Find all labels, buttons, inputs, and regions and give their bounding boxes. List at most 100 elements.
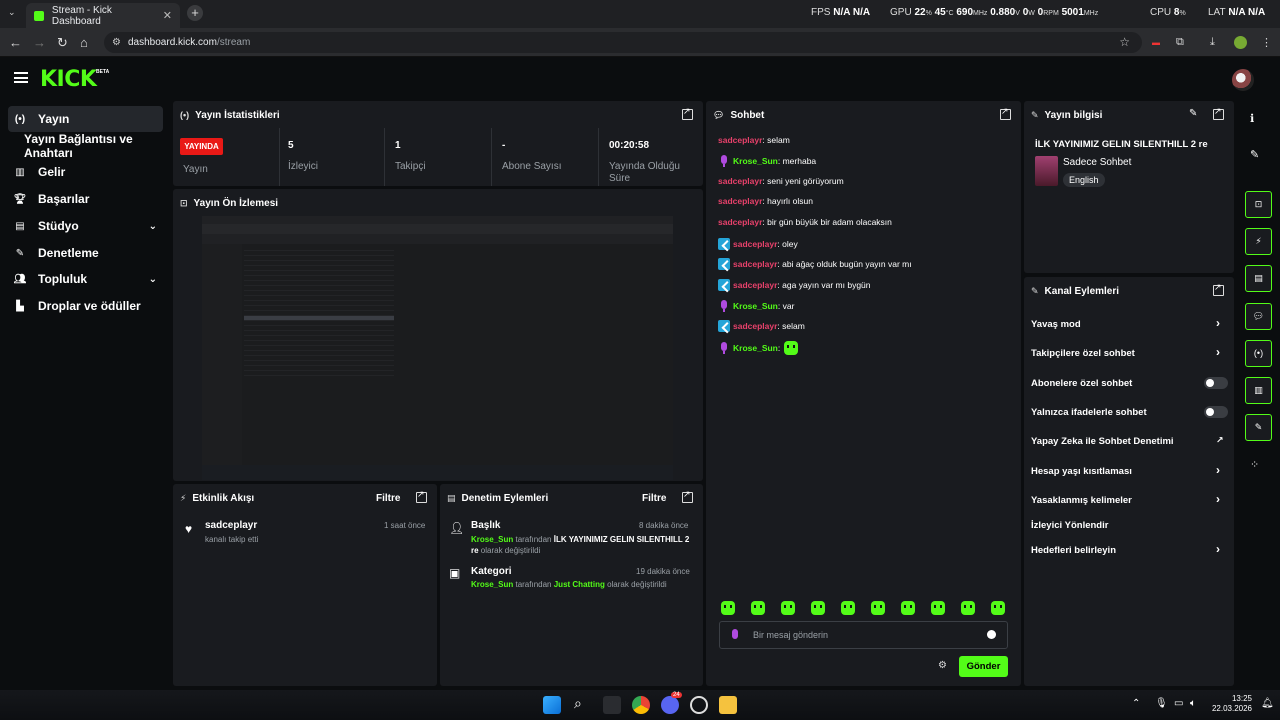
channel-action-item[interactable]: Abonelere özel sohbet [1031, 378, 1132, 389]
chat-message[interactable]: sadceplayr: seni yeni görüyorum [718, 176, 844, 186]
rail-info-button[interactable]: ▥ [1245, 377, 1272, 404]
sidebar-item-stream-key[interactable]: Yayın Bağlantısı ve Anahtarı [8, 132, 170, 160]
network-icon[interactable]: ▭ [1174, 698, 1183, 709]
sidebar-item-community[interactable]: 👥︎ Topluluk ⌄ [8, 266, 163, 292]
chat-username[interactable]: Krose_Sun [733, 343, 778, 353]
chat-username[interactable]: sadceplayr [718, 196, 762, 206]
add-widget-icon[interactable]: ⁘ [1250, 458, 1259, 471]
chat-message[interactable]: sadceplayr: abi ağaç olduk bugün yayın v… [718, 258, 912, 270]
chevron-right-icon[interactable]: › [1216, 345, 1220, 359]
channel-action-item[interactable]: Yapay Zeka ile Sohbet Denetimi [1031, 436, 1174, 447]
emote-icon[interactable] [781, 601, 795, 615]
sidebar-item-moderation[interactable]: ✎ Denetleme [8, 240, 163, 266]
chat-message[interactable]: Krose_Sun: merhaba [718, 155, 816, 167]
info-icon[interactable]: ℹ [1250, 112, 1254, 125]
sidebar-item-studio[interactable]: ▤ Stüdyo ⌄ [8, 213, 163, 239]
emote-icon[interactable] [721, 601, 735, 615]
sidebar-item-revenue[interactable]: ▥ Gelir [8, 159, 163, 185]
chat-message[interactable]: sadceplayr: bir gün büyük bir adam olaca… [718, 217, 892, 227]
mod-actions-filter-button[interactable]: Filtre [642, 493, 666, 504]
chat-message[interactable]: Krose_Sun: [718, 341, 799, 355]
channel-action-item[interactable]: Takipçilere özel sohbet [1031, 348, 1135, 359]
microphone-tray-icon[interactable]: 🎙︎ [1155, 698, 1168, 709]
chrome-icon[interactable] [632, 696, 650, 714]
file-explorer-icon[interactable] [719, 696, 737, 714]
taskview-icon[interactable] [603, 696, 621, 714]
chat-username[interactable]: sadceplayr [733, 280, 777, 290]
channel-action-item[interactable]: Yalnızca ifadelerle sohbet [1031, 407, 1147, 418]
chevron-right-icon[interactable]: › [1216, 492, 1220, 506]
downloads-icon[interactable]: ⤓ [1210, 36, 1215, 49]
tray-chevron-icon[interactable]: ⌃ [1132, 698, 1140, 709]
emote-icon[interactable] [841, 601, 855, 615]
channel-action-item[interactable]: Yavaş mod [1031, 319, 1081, 330]
stream-preview-video[interactable] [202, 216, 673, 480]
chat-message[interactable]: sadceplayr: oley [718, 238, 798, 250]
search-icon[interactable]: ⌕ [574, 695, 582, 712]
popout-icon[interactable] [416, 489, 427, 503]
windows-start-icon[interactable] [543, 696, 561, 714]
site-info-icon[interactable]: ⚙ [112, 32, 121, 53]
chat-username[interactable]: Krose_Sun [733, 301, 778, 311]
chat-username[interactable]: sadceplayr [733, 239, 777, 249]
close-tab-icon[interactable]: ✕ [163, 9, 172, 22]
activity-filter-button[interactable]: Filtre [376, 493, 400, 504]
popout-icon[interactable] [682, 489, 693, 503]
forward-icon[interactable]: → [33, 35, 46, 50]
tab-search-icon[interactable]: ⌄ [8, 7, 16, 18]
emote-icon[interactable] [961, 601, 975, 615]
emote-icon[interactable] [901, 601, 915, 615]
new-tab-button[interactable]: + [187, 5, 203, 21]
chat-input[interactable]: Bir mesaj gönderin [719, 621, 1008, 649]
chat-message[interactable]: sadceplayr: hayırlı olsun [718, 196, 813, 206]
rail-modactions-button[interactable]: ▤ [1245, 265, 1272, 292]
system-clock[interactable]: 13:25 22.03.2026 [1210, 694, 1252, 714]
emote-icon[interactable] [751, 601, 765, 615]
chevron-right-icon[interactable]: › [1216, 316, 1220, 330]
send-button[interactable]: Gönder [959, 656, 1008, 677]
notification-bell-icon[interactable]: 🔔︎ [1261, 698, 1274, 709]
channel-action-item[interactable]: Hesap yaşı kısıtlaması [1031, 466, 1132, 477]
popout-icon[interactable] [1000, 106, 1011, 120]
chat-message[interactable]: sadceplayr: selam [718, 320, 805, 332]
bookmark-star-icon[interactable]: ☆ [1119, 32, 1130, 53]
back-icon[interactable]: ← [9, 35, 22, 50]
chat-username[interactable]: sadceplayr [733, 259, 777, 269]
emoji-picker-icon[interactable] [987, 630, 996, 639]
chat-username[interactable]: sadceplayr [733, 321, 777, 331]
rail-stats-button[interactable]: (•) [1245, 340, 1272, 367]
volume-icon[interactable]: 🔈︎ [1190, 698, 1196, 709]
edit-pencil-icon[interactable]: ✎ [1189, 108, 1197, 119]
popout-icon[interactable] [1213, 106, 1224, 120]
chevron-right-icon[interactable]: › [1216, 542, 1220, 556]
sidebar-item-stream[interactable]: (•) Yayın [8, 106, 163, 132]
chevron-right-icon[interactable]: › [1216, 463, 1220, 477]
browser-menu-icon[interactable]: ⋮ [1261, 36, 1272, 49]
toggle-switch[interactable] [1204, 377, 1228, 389]
channel-action-item[interactable]: Hedefleri belirleyin [1031, 545, 1116, 556]
sidebar-item-achievements[interactable]: 🏆︎ Başarılar [8, 186, 163, 212]
rail-preview-button[interactable]: ⊡ [1245, 191, 1272, 218]
popout-icon[interactable] [1213, 282, 1224, 296]
chat-message[interactable]: sadceplayr: aga yayın var mı bygün [718, 279, 871, 291]
sidebar-item-drops[interactable]: ▙ Droplar ve ödüller [8, 293, 163, 319]
kick-logo[interactable]: KICK [40, 67, 97, 92]
emote-icon[interactable] [991, 601, 1005, 615]
chat-username[interactable]: sadceplayr [718, 217, 762, 227]
pencil-icon[interactable]: ✎ [1250, 148, 1259, 161]
emote-icon[interactable] [931, 601, 945, 615]
home-icon[interactable]: ⌂ [80, 35, 88, 50]
rail-chat-button[interactable]: 💬︎ [1245, 303, 1272, 330]
extension-icon[interactable]: ▬ [1152, 38, 1160, 47]
popout-icon[interactable] [682, 106, 693, 120]
user-avatar[interactable] [1232, 69, 1254, 91]
chat-username[interactable]: sadceplayr [718, 176, 762, 186]
reload-icon[interactable]: ↻ [57, 35, 68, 51]
external-link-icon[interactable]: ↗ [1216, 435, 1224, 446]
extensions-puzzle-icon[interactable]: ⧉ [1176, 36, 1184, 49]
hamburger-menu-icon[interactable] [14, 72, 28, 83]
emote-icon[interactable] [871, 601, 885, 615]
chat-settings-gear-icon[interactable]: ⚙ [938, 660, 947, 671]
url-field[interactable]: ⚙ dashboard.kick.com/stream ☆ [104, 32, 1142, 53]
channel-action-item[interactable]: Yasaklanmış kelimeler [1031, 495, 1132, 506]
